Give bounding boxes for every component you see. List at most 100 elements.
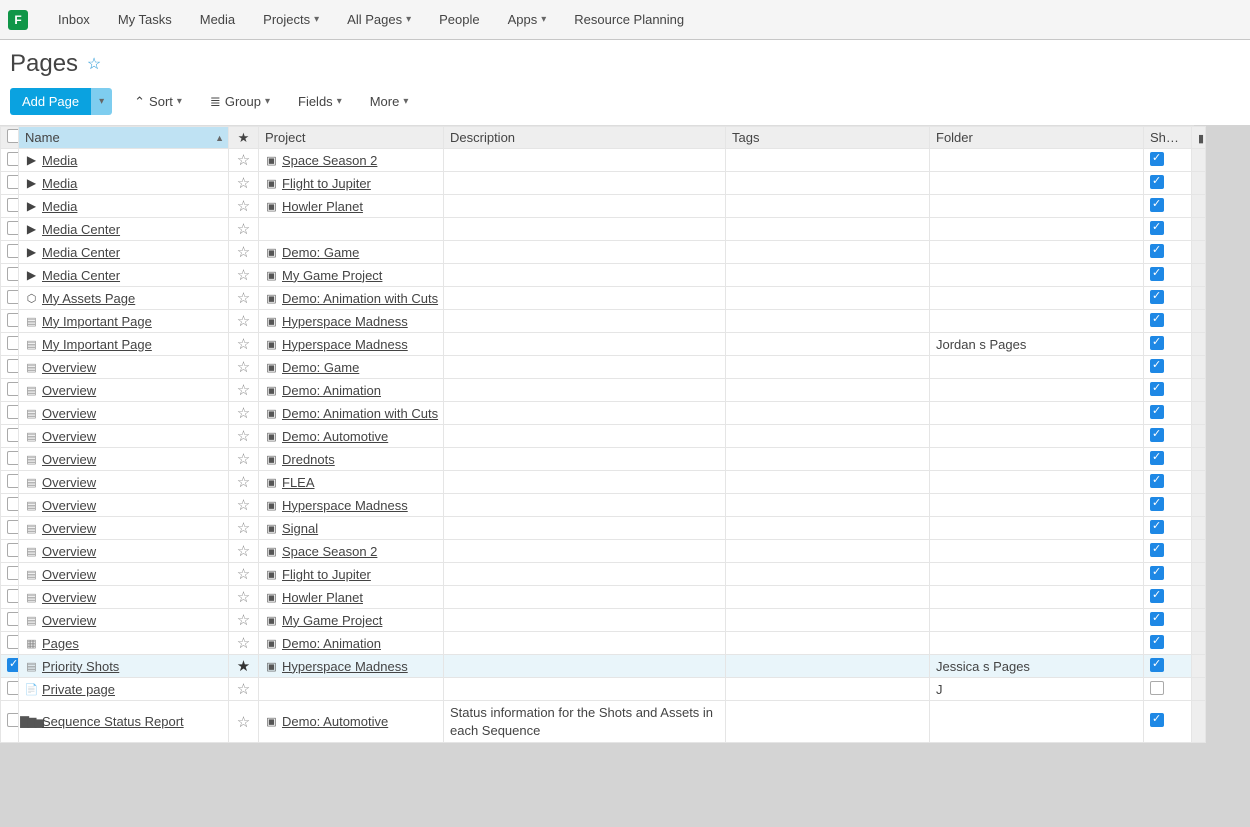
table-row[interactable]: ▤Overview☆▣FLEA bbox=[1, 471, 1206, 494]
star-icon[interactable]: ☆ bbox=[237, 474, 250, 491]
star-icon[interactable]: ☆ bbox=[237, 589, 250, 606]
page-name-link[interactable]: My Assets Page bbox=[42, 291, 135, 306]
table-row[interactable]: ⬡My Assets Page☆▣Demo: Animation with Cu… bbox=[1, 287, 1206, 310]
project-link[interactable]: Space Season 2 bbox=[282, 544, 377, 559]
page-name-link[interactable]: Media bbox=[42, 153, 77, 168]
row-select-checkbox[interactable] bbox=[7, 152, 19, 166]
shared-checkbox[interactable] bbox=[1150, 635, 1164, 649]
row-select-checkbox[interactable] bbox=[7, 543, 19, 557]
page-name-link[interactable]: Overview bbox=[42, 406, 96, 421]
favorite-star-icon[interactable]: ☆ bbox=[86, 56, 102, 72]
shared-checkbox[interactable] bbox=[1150, 520, 1164, 534]
table-row[interactable]: ▦Pages☆▣Demo: Animation bbox=[1, 632, 1206, 655]
row-select-checkbox[interactable] bbox=[7, 589, 19, 603]
table-row[interactable]: ▶Media Center☆ bbox=[1, 218, 1206, 241]
nav-item-inbox[interactable]: Inbox bbox=[44, 0, 104, 40]
page-name-link[interactable]: Overview bbox=[42, 590, 96, 605]
project-link[interactable]: Howler Planet bbox=[282, 590, 363, 605]
add-page-button[interactable]: Add Page ▾ bbox=[10, 88, 112, 115]
row-select-checkbox[interactable] bbox=[7, 635, 19, 649]
project-link[interactable]: FLEA bbox=[282, 475, 315, 490]
project-link[interactable]: Hyperspace Madness bbox=[282, 498, 408, 513]
project-link[interactable]: Demo: Animation bbox=[282, 636, 381, 651]
table-row[interactable]: ▤Overview☆▣Signal bbox=[1, 517, 1206, 540]
table-row[interactable]: ▤My Important Page☆▣Hyperspace MadnessJo… bbox=[1, 333, 1206, 356]
project-link[interactable]: Demo: Automotive bbox=[282, 714, 388, 729]
shared-checkbox[interactable] bbox=[1150, 713, 1164, 727]
row-select-checkbox[interactable] bbox=[7, 681, 19, 695]
row-select-checkbox[interactable] bbox=[7, 451, 19, 465]
page-name-link[interactable]: Overview bbox=[42, 383, 96, 398]
project-link[interactable]: Flight to Jupiter bbox=[282, 176, 371, 191]
table-row[interactable]: ▤Overview☆▣Demo: Automotive bbox=[1, 425, 1206, 448]
nav-item-resource-planning[interactable]: Resource Planning bbox=[560, 0, 698, 40]
shared-checkbox[interactable] bbox=[1150, 612, 1164, 626]
shared-checkbox[interactable] bbox=[1150, 497, 1164, 511]
star-icon[interactable]: ☆ bbox=[237, 497, 250, 514]
table-row[interactable]: ▤Overview☆▣Hyperspace Madness bbox=[1, 494, 1206, 517]
star-icon[interactable]: ☆ bbox=[237, 714, 250, 731]
project-link[interactable]: Hyperspace Madness bbox=[282, 659, 408, 674]
row-select-checkbox[interactable] bbox=[7, 382, 19, 396]
shared-checkbox[interactable] bbox=[1150, 543, 1164, 557]
table-row[interactable]: ▤Overview☆▣Space Season 2 bbox=[1, 540, 1206, 563]
project-link[interactable]: Signal bbox=[282, 521, 318, 536]
project-link[interactable]: Hyperspace Madness bbox=[282, 314, 408, 329]
page-name-link[interactable]: Overview bbox=[42, 360, 96, 375]
row-select-checkbox[interactable] bbox=[7, 244, 19, 258]
project-link[interactable]: Demo: Game bbox=[282, 360, 359, 375]
row-select-checkbox[interactable] bbox=[7, 290, 19, 304]
project-link[interactable]: Flight to Jupiter bbox=[282, 567, 371, 582]
star-icon[interactable]: ☆ bbox=[237, 428, 250, 445]
page-name-link[interactable]: Media Center bbox=[42, 222, 120, 237]
add-page-dropdown[interactable]: ▾ bbox=[91, 88, 112, 115]
column-header-tags[interactable]: Tags bbox=[726, 127, 930, 149]
nav-item-apps[interactable]: Apps▾ bbox=[494, 0, 561, 40]
star-icon[interactable]: ☆ bbox=[237, 290, 250, 307]
shared-checkbox[interactable] bbox=[1150, 175, 1164, 189]
star-icon[interactable]: ☆ bbox=[237, 566, 250, 583]
row-select-checkbox[interactable] bbox=[7, 497, 19, 511]
project-link[interactable]: My Game Project bbox=[282, 613, 382, 628]
row-select-checkbox[interactable] bbox=[7, 359, 19, 373]
star-icon[interactable]: ☆ bbox=[237, 359, 250, 376]
column-header-folder[interactable]: Folder bbox=[930, 127, 1144, 149]
star-icon[interactable]: ☆ bbox=[237, 635, 250, 652]
shared-checkbox[interactable] bbox=[1150, 382, 1164, 396]
row-select-checkbox[interactable] bbox=[7, 313, 19, 327]
star-icon[interactable]: ☆ bbox=[237, 612, 250, 629]
add-column-button[interactable]: ▮₊ bbox=[1192, 127, 1206, 149]
star-icon[interactable]: ☆ bbox=[237, 244, 250, 261]
shared-checkbox[interactable] bbox=[1150, 359, 1164, 373]
select-all-header[interactable] bbox=[1, 127, 19, 149]
project-link[interactable]: Demo: Animation bbox=[282, 383, 381, 398]
star-icon[interactable]: ☆ bbox=[237, 382, 250, 399]
row-select-checkbox[interactable] bbox=[7, 612, 19, 626]
group-button[interactable]: ≣ Group ▾ bbox=[204, 90, 276, 114]
star-icon[interactable]: ☆ bbox=[237, 336, 250, 353]
star-icon[interactable]: ☆ bbox=[237, 520, 250, 537]
table-row[interactable]: ▤Overview☆▣Drednots bbox=[1, 448, 1206, 471]
more-button[interactable]: More ▾ bbox=[364, 90, 415, 113]
page-name-link[interactable]: Media bbox=[42, 199, 77, 214]
row-select-checkbox[interactable] bbox=[7, 520, 19, 534]
star-icon[interactable]: ☆ bbox=[237, 198, 250, 215]
row-select-checkbox[interactable] bbox=[7, 336, 19, 350]
page-name-link[interactable]: My Important Page bbox=[42, 337, 152, 352]
row-select-checkbox[interactable] bbox=[7, 267, 19, 281]
page-name-link[interactable]: Media bbox=[42, 176, 77, 191]
table-row[interactable]: ▶Media Center☆▣My Game Project bbox=[1, 264, 1206, 287]
page-name-link[interactable]: Sequence Status Report bbox=[42, 714, 184, 729]
nav-item-media[interactable]: Media bbox=[186, 0, 249, 40]
page-name-link[interactable]: Overview bbox=[42, 452, 96, 467]
page-name-link[interactable]: Private page bbox=[42, 682, 115, 697]
page-name-link[interactable]: Overview bbox=[42, 613, 96, 628]
shared-checkbox[interactable] bbox=[1150, 658, 1164, 672]
star-icon[interactable]: ☆ bbox=[237, 543, 250, 560]
table-row[interactable]: ▤Priority Shots★▣Hyperspace MadnessJessi… bbox=[1, 655, 1206, 678]
app-logo[interactable]: F bbox=[8, 10, 28, 30]
row-select-checkbox[interactable] bbox=[7, 658, 19, 672]
star-icon[interactable]: ☆ bbox=[237, 221, 250, 238]
row-select-checkbox[interactable] bbox=[7, 474, 19, 488]
star-icon[interactable]: ☆ bbox=[237, 405, 250, 422]
